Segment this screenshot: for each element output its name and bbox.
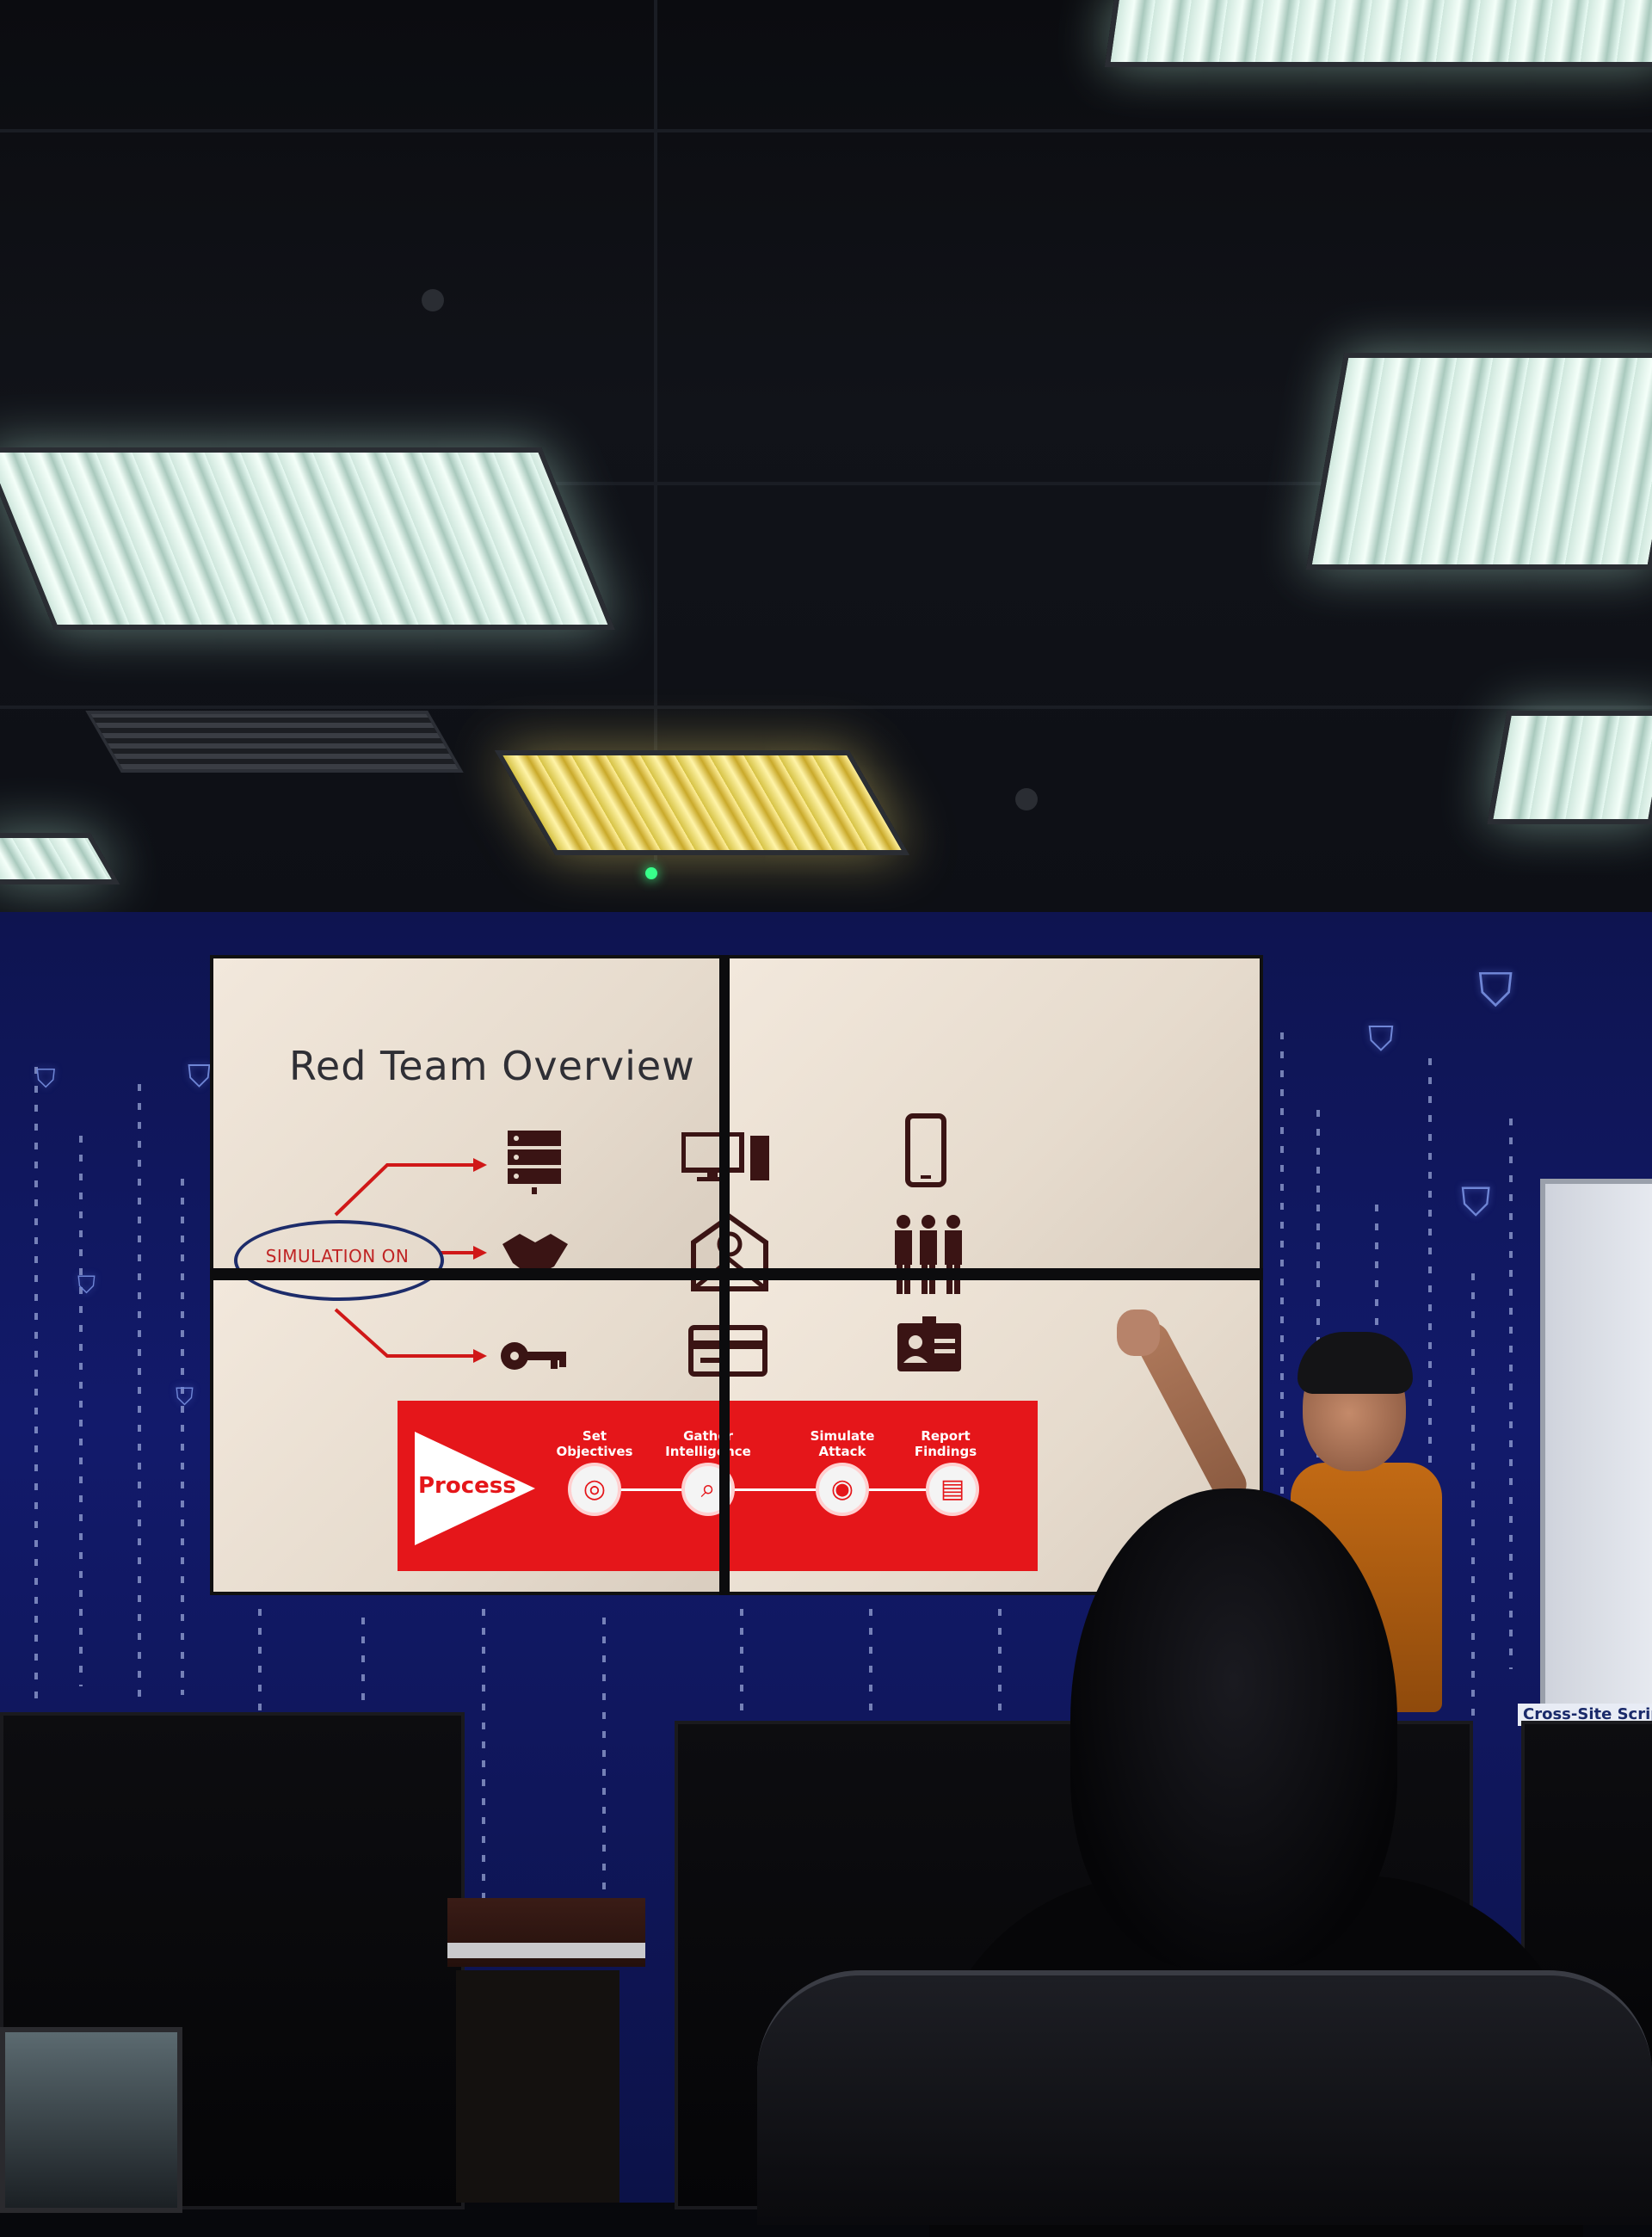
shield-lock-icon: ⛉	[1461, 1179, 1491, 1225]
target-icon: ◉	[816, 1463, 869, 1516]
desk-edge	[447, 1943, 645, 1958]
ceiling-grid-line	[0, 706, 1652, 709]
ceiling-light	[0, 447, 615, 630]
ceiling-light	[1104, 0, 1652, 67]
process-label: Process	[418, 1473, 516, 1499]
scene: ⛉ ⛉ ⛉ ⛉ ⛉ ⛉ ⛉ Cross-Site Scripting Red T…	[0, 0, 1652, 2237]
simulation-label: SIMULATION ON	[265, 1246, 410, 1266]
document-icon: ▤	[926, 1463, 979, 1516]
arrowhead-top	[473, 1158, 487, 1172]
code-stream	[1471, 1273, 1475, 1721]
air-vent	[85, 711, 464, 773]
arrowhead-bottom	[473, 1349, 487, 1363]
shield-lock-icon: ⛉	[1478, 963, 1513, 1017]
arrowhead-middle	[473, 1246, 487, 1260]
people-icon	[895, 1215, 962, 1294]
key-icon	[501, 1342, 566, 1370]
arrow-bottom	[334, 1308, 473, 1358]
code-stream	[998, 1609, 1002, 1729]
step-label-objectives: Set Objectives	[556, 1428, 633, 1459]
audience-member-head	[1070, 1488, 1397, 1970]
lightbulb-icon: ◎	[568, 1463, 621, 1516]
phone-icon	[905, 1113, 946, 1187]
shield-lock-icon: ⛉	[188, 1059, 212, 1094]
code-stream	[482, 1609, 485, 1901]
code-stream	[181, 1179, 184, 1695]
code-stream	[79, 1136, 83, 1686]
presenter-hand	[1117, 1310, 1160, 1356]
sprinkler	[422, 289, 444, 311]
process-timeline	[594, 1488, 955, 1491]
whiteboard	[1540, 1179, 1652, 1722]
ceiling-light	[494, 750, 910, 855]
screen-bezel-horizontal	[210, 1268, 1263, 1280]
ceiling-grid-line	[654, 0, 657, 860]
code-stream	[138, 1084, 141, 1704]
shield-lock-icon: ⛉	[1368, 1020, 1394, 1059]
arrow-top	[334, 1163, 473, 1217]
code-stream	[1509, 1118, 1513, 1669]
slide-title: Red Team Overview	[289, 1043, 695, 1089]
step-label-findings: Report Findings	[914, 1428, 977, 1459]
sprinkler	[1015, 788, 1038, 810]
code-stream	[602, 1618, 606, 1893]
id-badge-icon	[897, 1316, 961, 1371]
server-icon	[508, 1131, 561, 1194]
code-stream	[740, 1609, 743, 1729]
ceiling-light	[1305, 353, 1652, 570]
screen-panel-top-right	[730, 958, 1260, 1268]
code-stream	[869, 1609, 872, 1729]
step-label-intelligence: Gather Intelligence	[665, 1428, 751, 1459]
laptop	[0, 2027, 182, 2213]
ceiling-light	[1487, 711, 1652, 824]
code-stream	[34, 1067, 38, 1704]
email-icon	[691, 1213, 768, 1291]
shield-lock-icon: ⛉	[77, 1271, 96, 1299]
step-label-attack: Simulate Attack	[810, 1428, 875, 1459]
status-led	[645, 867, 657, 879]
shield-lock-icon: ⛉	[36, 1064, 56, 1094]
desk-cabinet	[456, 1970, 620, 2203]
chair-back	[757, 1970, 1652, 2225]
ceiling-grid-line	[0, 129, 1652, 132]
shield-lock-icon: ⛉	[176, 1383, 194, 1411]
